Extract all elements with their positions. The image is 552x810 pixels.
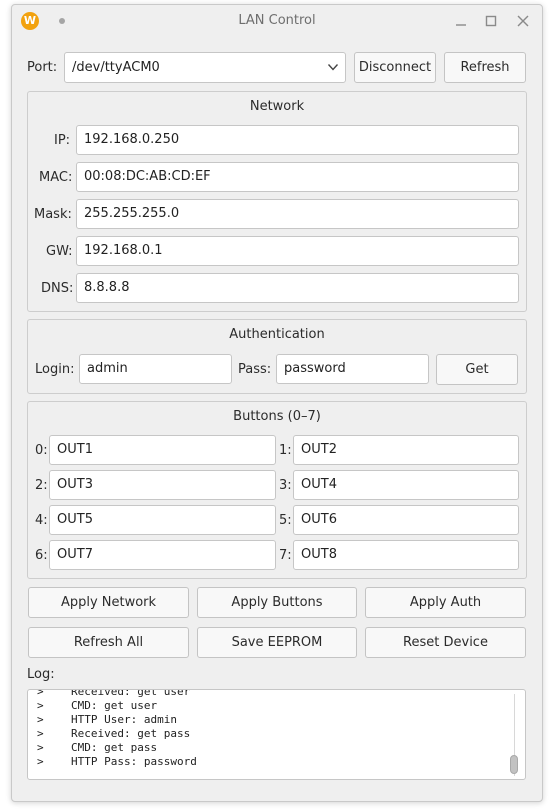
close-icon[interactable]	[514, 12, 532, 30]
disconnect-button[interactable]: Disconnect	[354, 52, 436, 83]
ip-field[interactable]: 192.168.0.250	[76, 125, 519, 155]
dns-field[interactable]: 8.8.8.8	[76, 273, 519, 303]
mask-label: Mask:	[34, 207, 72, 222]
gw-field[interactable]: 192.168.0.1	[76, 236, 519, 266]
log-line: > Received: get user	[37, 689, 191, 698]
port-select[interactable]: /dev/ttyACM0	[64, 52, 346, 83]
button-index-label: 6:	[35, 548, 48, 563]
mask-field[interactable]: 255.255.255.0	[76, 199, 519, 229]
log-line: > Received: get pass	[37, 727, 191, 740]
save-eeprom-button[interactable]: Save EEPROM	[197, 627, 357, 658]
button-index-label: 5:	[279, 513, 292, 528]
get-auth-button[interactable]: Get	[436, 354, 518, 385]
dns-label: DNS:	[41, 281, 74, 296]
port-label: Port:	[27, 60, 58, 75]
buttons-group-title: Buttons (0–7)	[233, 409, 321, 424]
auth-group-title: Authentication	[229, 327, 325, 342]
title-bar: W LAN Control	[12, 5, 542, 38]
port-select-value: /dev/ttyACM0	[72, 60, 160, 75]
gw-label: GW:	[46, 244, 73, 259]
button-name-field-6[interactable]: OUT7	[49, 540, 276, 570]
button-name-field-4[interactable]: OUT5	[49, 505, 276, 535]
button-name-field-7[interactable]: OUT8	[293, 540, 519, 570]
log-output[interactable]: > Received: get user > CMD: get user > HTTP…	[27, 689, 526, 780]
button-name-field-5[interactable]: OUT6	[293, 505, 519, 535]
apply-auth-button[interactable]: Apply Auth	[365, 587, 526, 618]
refresh-button[interactable]: Refresh	[444, 52, 526, 83]
log-line: > CMD: get user	[37, 699, 158, 712]
button-index-label: 4:	[35, 513, 48, 528]
log-line: > HTTP Pass: password	[37, 755, 197, 768]
ip-label: IP:	[54, 133, 71, 148]
button-name-field-1[interactable]: OUT2	[293, 435, 519, 465]
button-name-field-2[interactable]: OUT3	[49, 470, 276, 500]
button-name-field-3[interactable]: OUT4	[293, 470, 519, 500]
log-line: > HTTP User: admin	[37, 713, 177, 726]
button-index-label: 0:	[35, 443, 48, 458]
login-field[interactable]: admin	[79, 354, 232, 384]
button-index-label: 3:	[279, 478, 292, 493]
log-lines: > Received: get user > CMD: get user > HTTP…	[37, 689, 197, 769]
button-index-label: 2:	[35, 478, 48, 493]
chevron-down-icon	[327, 64, 339, 71]
button-name-field-0[interactable]: OUT1	[49, 435, 276, 465]
pass-label: Pass:	[238, 362, 272, 377]
mac-field[interactable]: 00:08:DC:AB:CD:EF	[76, 162, 519, 192]
login-label: Login:	[35, 362, 75, 377]
minimize-icon[interactable]	[452, 12, 470, 30]
button-index-label: 7:	[279, 548, 292, 563]
maximize-icon[interactable]	[482, 12, 500, 30]
log-line: > CMD: get pass	[37, 741, 158, 754]
log-scrollbar-thumb[interactable]	[510, 755, 518, 774]
button-index-label: 1:	[279, 443, 292, 458]
main-content: Port: /dev/ttyACM0 Disconnect Refresh Ne…	[16, 39, 536, 796]
network-group-title: Network	[249, 99, 305, 114]
log-label: Log:	[27, 667, 55, 682]
mac-label: MAC:	[39, 170, 73, 185]
apply-network-button[interactable]: Apply Network	[28, 587, 189, 618]
app-window: W LAN Control Port: /dev/ttyACM0 Disconn…	[11, 4, 543, 802]
apply-buttons-button[interactable]: Apply Buttons	[197, 587, 357, 618]
refresh-all-button[interactable]: Refresh All	[28, 627, 189, 658]
reset-device-button[interactable]: Reset Device	[365, 627, 526, 658]
pass-field[interactable]: password	[276, 354, 429, 384]
